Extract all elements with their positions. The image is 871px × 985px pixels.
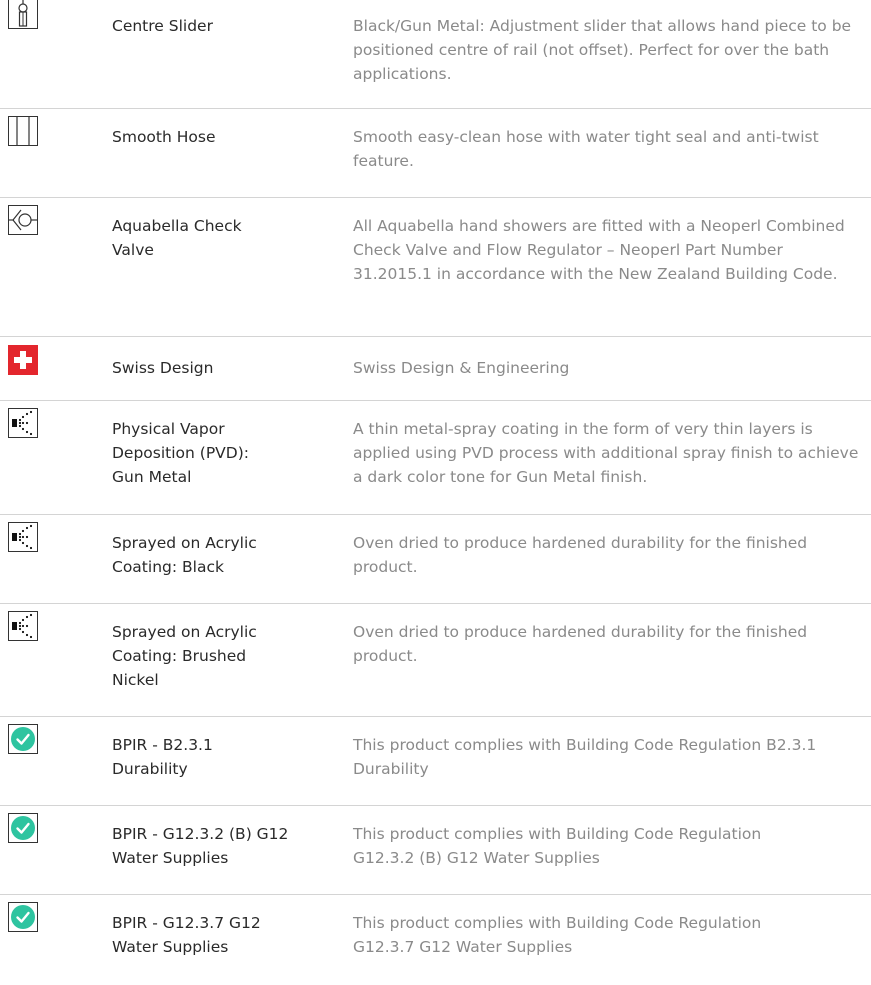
feature-description: Black/Gun Metal: Adjustment slider that … <box>353 17 852 83</box>
checkmark-circle-icon <box>8 813 38 843</box>
feature-description: This product complies with Building Code… <box>353 736 817 778</box>
spray-coating-icon <box>8 522 38 552</box>
checkmark-circle-icon <box>8 724 38 754</box>
feature-description: Oven dried to produce hardened durabilit… <box>353 623 808 665</box>
feature-name: Swiss Design <box>112 359 214 377</box>
centre-slider-icon <box>8 0 38 29</box>
spray-coating-icon <box>8 611 38 641</box>
feature-row: Sprayed on Acrylic Coating: Brushed Nick… <box>0 604 871 717</box>
feature-row: BPIR - G12.3.7 G12 Water Supplies This p… <box>0 895 871 985</box>
feature-row: BPIR - B2.3.1 Durability This product co… <box>0 717 871 806</box>
feature-name: BPIR - B2.3.1 Durability <box>112 736 213 778</box>
feature-name: Aquabella Check Valve <box>112 217 242 259</box>
check-valve-icon <box>8 205 38 235</box>
smooth-hose-icon <box>8 116 38 146</box>
feature-name: Sprayed on Acrylic Coating: Black <box>112 534 257 576</box>
feature-description: Oven dried to produce hardened durabilit… <box>353 534 808 576</box>
feature-list: Centre Slider Black/Gun Metal: Adjustmen… <box>0 0 871 985</box>
feature-name: Sprayed on Acrylic Coating: Brushed Nick… <box>112 623 257 689</box>
feature-name: BPIR - G12.3.2 (B) G12 Water Supplies <box>112 825 289 867</box>
feature-description: Smooth easy-clean hose with water tight … <box>353 128 819 170</box>
feature-row: Sprayed on Acrylic Coating: Black Oven d… <box>0 515 871 604</box>
spray-coating-icon <box>8 408 38 438</box>
feature-description: This product complies with Building Code… <box>353 914 762 956</box>
feature-row: Centre Slider Black/Gun Metal: Adjustmen… <box>0 0 871 109</box>
feature-description: Swiss Design & Engineering <box>353 359 570 377</box>
checkmark-circle-icon <box>8 902 38 932</box>
feature-description: All Aquabella hand showers are fitted wi… <box>353 217 845 283</box>
feature-name: Centre Slider <box>112 17 213 35</box>
feature-row: Aquabella Check Valve All Aquabella hand… <box>0 198 871 337</box>
swiss-flag-icon <box>8 345 38 375</box>
feature-row: BPIR - G12.3.2 (B) G12 Water Supplies Th… <box>0 806 871 895</box>
feature-row: Smooth Hose Smooth easy-clean hose with … <box>0 109 871 198</box>
feature-row: Physical Vapor Deposition (PVD): Gun Met… <box>0 401 871 515</box>
feature-name: BPIR - G12.3.7 G12 Water Supplies <box>112 914 261 956</box>
feature-row: Swiss Design Swiss Design & Engineering <box>0 337 871 401</box>
feature-description: A thin metal-spray coating in the form o… <box>353 420 859 486</box>
feature-description: This product complies with Building Code… <box>353 825 762 867</box>
feature-name: Physical Vapor Deposition (PVD): Gun Met… <box>112 420 249 486</box>
feature-name: Smooth Hose <box>112 128 216 146</box>
